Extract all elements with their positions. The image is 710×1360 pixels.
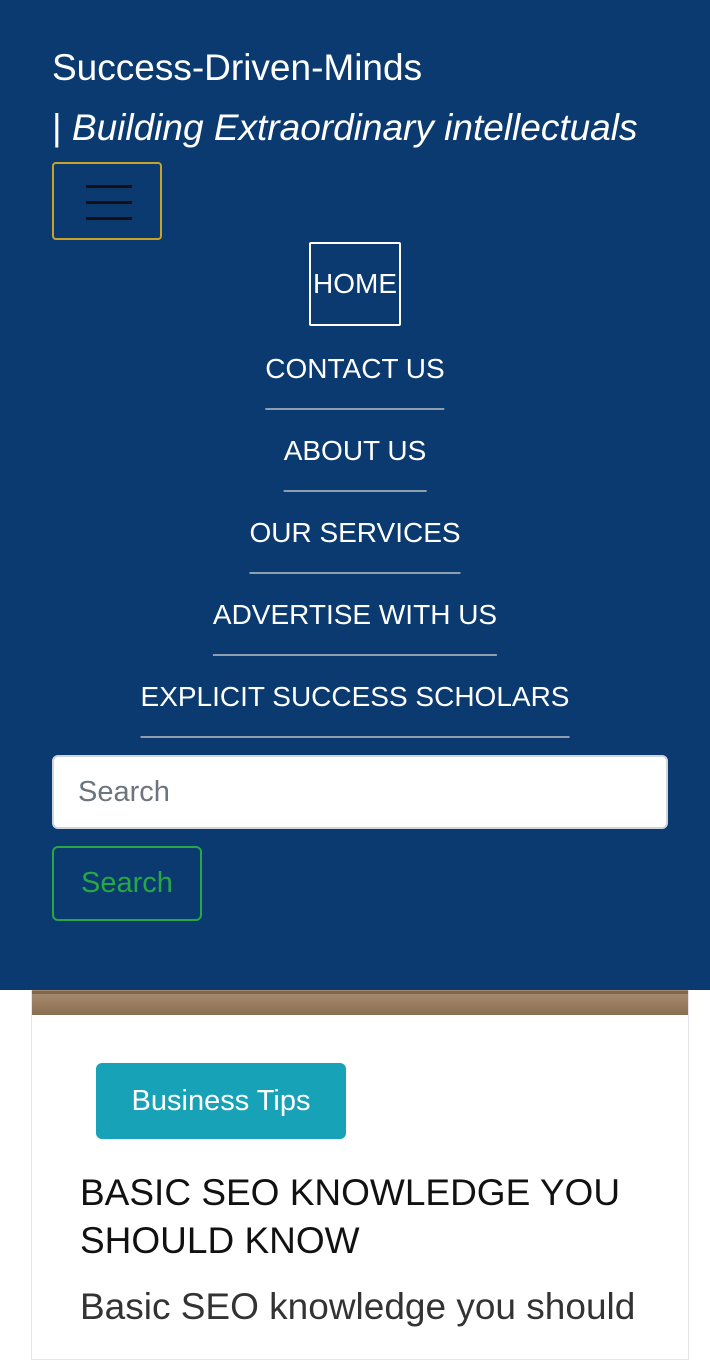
search-input[interactable] [52, 755, 668, 829]
nav-item-explicit-success-scholars[interactable]: EXPLICIT SUCCESS SCHOLARS [140, 656, 570, 738]
site-header: Success-Driven-Minds | Building Extraord… [0, 0, 710, 990]
search-button[interactable]: Search [52, 846, 202, 921]
post-card: Business Tips BASIC SEO KNOWLEDGE YOU SH… [31, 960, 689, 1360]
nav-item-contact-us[interactable]: CONTACT US [265, 328, 445, 410]
tagline-separator: | [52, 107, 72, 148]
site-tagline-line: | Building Extraordinary intellectuals [52, 98, 637, 158]
nav-item-home[interactable]: HOME [309, 242, 401, 326]
post-excerpt: Basic SEO knowledge you should [80, 1286, 636, 1327]
post-title[interactable]: BASIC SEO KNOWLEDGE YOU SHOULD KNOW [80, 1169, 650, 1265]
site-name: Success-Driven-Minds [52, 47, 423, 88]
site-tagline: Building Extraordinary intellectuals [71, 107, 638, 148]
nav-item-our-services[interactable]: OUR SERVICES [249, 492, 461, 574]
nav-item-advertise-with-us[interactable]: ADVERTISE WITH US [212, 574, 498, 656]
menu-toggle-button[interactable] [52, 162, 162, 240]
site-brand[interactable]: Success-Driven-Minds | Building Extraord… [52, 38, 637, 158]
nav-item-about-us[interactable]: ABOUT US [283, 410, 427, 492]
category-badge[interactable]: Business Tips [96, 1063, 346, 1139]
